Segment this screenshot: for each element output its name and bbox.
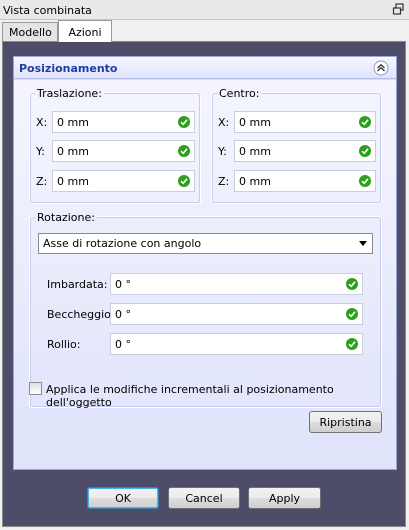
valid-check-icon [178,116,190,128]
valid-check-icon [359,145,371,157]
collapse-icon[interactable] [373,60,389,76]
pitch-field[interactable]: 0 ° [110,303,363,325]
valid-check-icon [178,175,190,187]
rotation-mode-select[interactable]: Asse di rotazione con angolo [38,233,373,254]
translation-x-label: X: [36,116,48,129]
rotation-mode-value: Asse di rotazione con angolo [43,237,202,250]
placement-taskbox: Posizionamento Traslazione: X: 0 mm Y: 0… [13,56,397,470]
valid-check-icon [178,145,190,157]
window-titlebar: Vista combinata [0,0,409,20]
reset-button[interactable]: Ripristina [309,411,382,433]
center-z-label: Z: [218,175,230,188]
valid-check-icon [346,338,358,350]
incremental-checkbox[interactable] [29,382,42,395]
window-title: Vista combinata [3,4,92,17]
center-x-field[interactable]: 0 mm [234,111,376,133]
translation-y-field[interactable]: 0 mm [52,140,195,162]
roll-value: 0 ° [115,338,131,351]
translation-title: Traslazione: [35,87,104,100]
tab-bar: Modello Azioni [0,20,409,42]
center-y-value: 0 mm [239,145,271,158]
valid-check-icon [359,116,371,128]
valid-check-icon [359,175,371,187]
center-y-label: Y: [218,145,227,158]
translation-z-label: Z: [36,175,48,188]
yaw-field[interactable]: 0 ° [110,273,363,295]
section-title: Posizionamento [19,62,118,75]
valid-check-icon [346,278,358,290]
translation-z-value: 0 mm [57,175,89,188]
translation-y-label: Y: [36,145,45,158]
tab-azioni[interactable]: Azioni [58,20,112,42]
center-title: Centro: [217,87,262,100]
roll-label: Rollio: [47,338,81,351]
tab-modello[interactable]: Modello [2,22,58,42]
incremental-label: Applica le modifiche incrementali al pos… [46,383,334,409]
translation-z-field[interactable]: 0 mm [52,170,195,192]
task-panel: Posizionamento Traslazione: X: 0 mm Y: 0… [2,41,406,527]
center-z-field[interactable]: 0 mm [234,170,376,192]
yaw-value: 0 ° [115,278,131,291]
center-x-value: 0 mm [239,116,271,129]
taskbox-body: Traslazione: X: 0 mm Y: 0 mm Z: 0 mm Cen… [14,80,396,469]
ok-button[interactable]: OK [87,487,159,509]
roll-field[interactable]: 0 ° [110,333,363,355]
pitch-label: Beccheggio: [47,308,115,321]
undock-icon[interactable] [392,3,405,16]
chevron-down-icon [359,241,367,246]
apply-button[interactable]: Apply [248,487,321,509]
taskbox-header[interactable]: Posizionamento [14,57,396,79]
translation-x-field[interactable]: 0 mm [52,111,195,133]
center-y-field[interactable]: 0 mm [234,140,376,162]
center-z-value: 0 mm [239,175,271,188]
yaw-label: Imbardata: [47,278,108,291]
center-x-label: X: [218,116,230,129]
pitch-value: 0 ° [115,308,131,321]
translation-y-value: 0 mm [57,145,89,158]
cancel-button[interactable]: Cancel [168,487,240,509]
valid-check-icon [346,308,358,320]
rotation-title: Rotazione: [35,211,97,224]
translation-x-value: 0 mm [57,116,89,129]
